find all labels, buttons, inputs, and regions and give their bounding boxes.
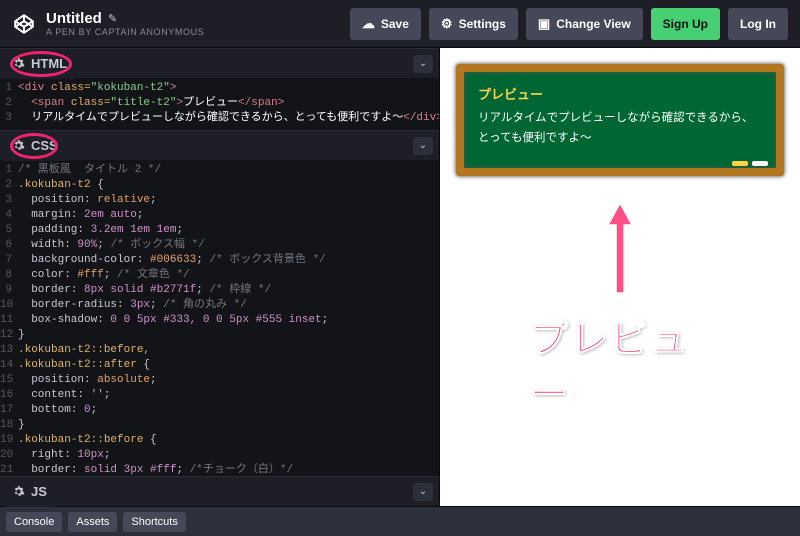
css-panel-label: CSS xyxy=(4,131,66,161)
sign-up-button[interactable]: Sign Up xyxy=(651,8,720,40)
pencil-icon[interactable]: ✎ xyxy=(108,12,117,25)
shortcuts-button[interactable]: Shortcuts xyxy=(123,512,185,532)
chevron-down-icon[interactable]: ⌄ xyxy=(413,483,433,501)
pen-subtitle: A PEN BY CAPTAIN ANONYMOUS xyxy=(46,27,204,37)
footer-bar: Console Assets Shortcuts xyxy=(0,506,800,536)
chevron-down-icon[interactable]: ⌄ xyxy=(413,55,433,73)
gear-icon[interactable] xyxy=(12,485,25,498)
console-button[interactable]: Console xyxy=(6,512,62,532)
css-panel-header[interactable]: CSS ⌄ xyxy=(0,130,439,160)
pen-meta: Untitled ✎ A PEN BY CAPTAIN ANONYMOUS xyxy=(46,10,204,37)
editors-column: HTML ⌄ 1<div class="kokuban-t2"> 2 <span… xyxy=(0,48,440,506)
chalk-white xyxy=(752,161,768,166)
preview-pane: プレビュー リアルタイムでプレビューしながら確認できるから、とっても便利ですよ〜… xyxy=(440,48,800,506)
pen-title[interactable]: Untitled xyxy=(46,10,102,27)
cloud-icon: ☁ xyxy=(362,16,375,32)
assets-button[interactable]: Assets xyxy=(68,512,117,532)
annotation-arrow-icon xyxy=(605,203,635,293)
gear-icon[interactable] xyxy=(12,139,25,152)
gear-icon: ⚙ xyxy=(441,16,453,32)
layout-icon: ▣ xyxy=(538,16,550,32)
html-editor[interactable]: 1<div class="kokuban-t2"> 2 <span class=… xyxy=(0,78,439,130)
header-actions: ☁Save ⚙Settings ▣Change View Sign Up Log… xyxy=(350,8,788,40)
blackboard-box: プレビュー リアルタイムでプレビューしながら確認できるから、とっても便利ですよ〜 xyxy=(456,64,784,176)
save-button[interactable]: ☁Save xyxy=(350,8,421,40)
gear-icon[interactable] xyxy=(12,57,25,70)
top-bar: Untitled ✎ A PEN BY CAPTAIN ANONYMOUS ☁S… xyxy=(0,0,800,48)
settings-button[interactable]: ⚙Settings xyxy=(429,8,518,40)
js-panel-label: JS xyxy=(4,477,55,507)
log-in-button[interactable]: Log In xyxy=(728,8,788,40)
css-editor[interactable]: 1/* 黒板風 タイトル 2 */ 2.kokuban-t2 { 3 posit… xyxy=(0,160,439,476)
html-panel-header[interactable]: HTML ⌄ xyxy=(0,48,439,78)
chalk-yellow xyxy=(732,161,748,166)
blackboard-body: リアルタイムでプレビューしながら確認できるから、とっても便利ですよ〜 xyxy=(478,109,762,148)
annotation-label: プレビュー xyxy=(530,308,710,418)
js-panel-header[interactable]: JS ⌄ xyxy=(0,476,439,506)
blackboard-title: プレビュー xyxy=(478,84,762,103)
change-view-button[interactable]: ▣Change View xyxy=(526,8,643,40)
codepen-logo-icon xyxy=(12,12,36,36)
html-panel-label: HTML xyxy=(4,49,75,79)
main: HTML ⌄ 1<div class="kokuban-t2"> 2 <span… xyxy=(0,48,800,506)
chevron-down-icon[interactable]: ⌄ xyxy=(413,137,433,155)
